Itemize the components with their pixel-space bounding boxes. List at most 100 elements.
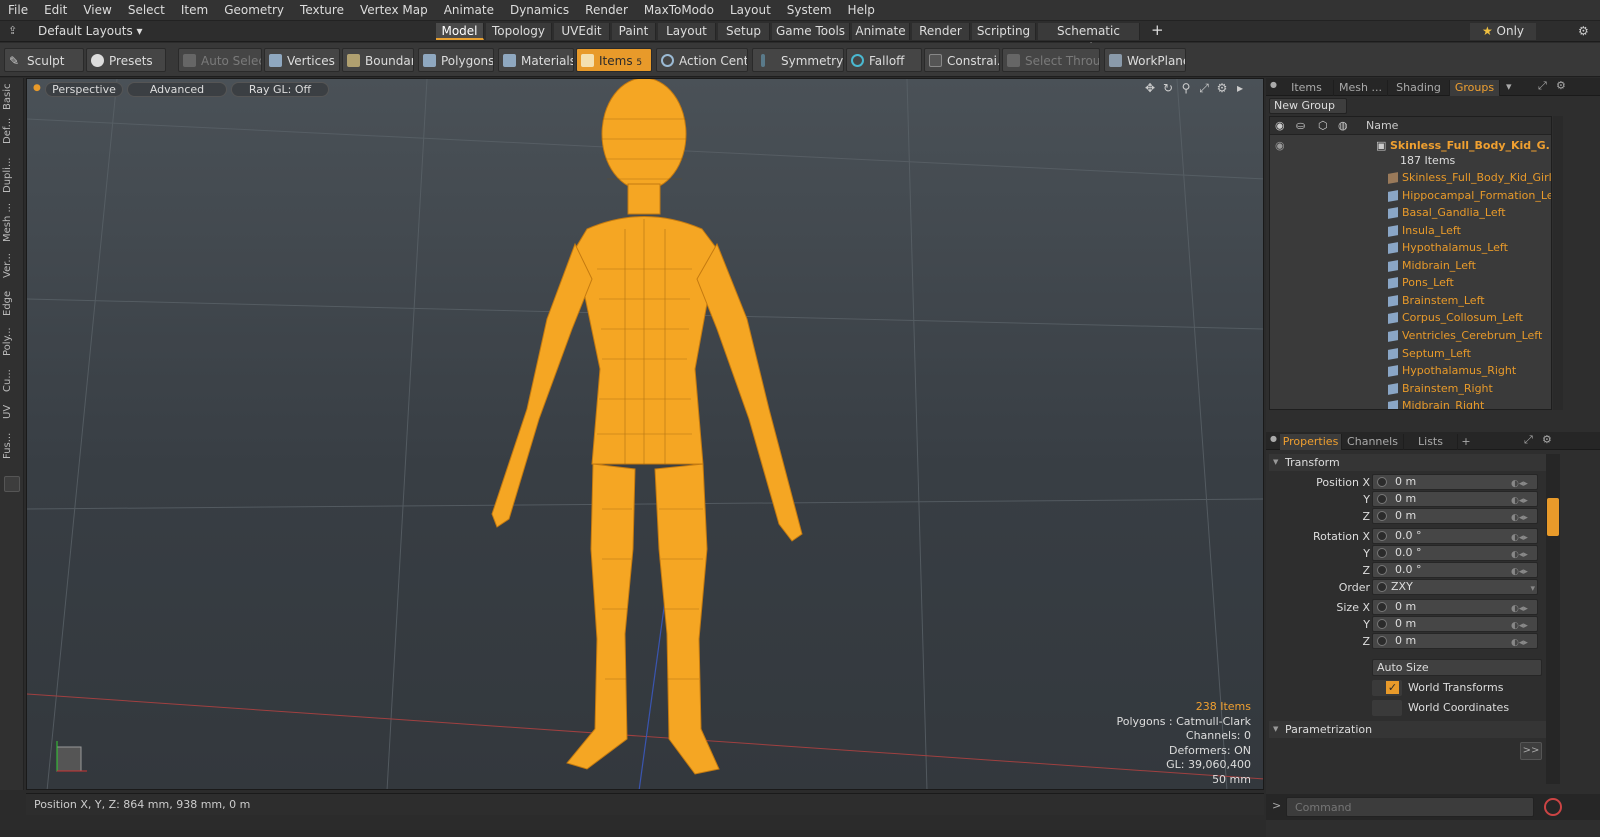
left-tab-polygon[interactable]: Poly... bbox=[2, 322, 22, 362]
tab-paint[interactable]: Paint bbox=[612, 23, 656, 40]
rotation-y-field[interactable]: 0.0 ° ◐◂▸ bbox=[1372, 545, 1538, 561]
menu-layout[interactable]: Layout bbox=[722, 3, 779, 17]
field-arrows-icon[interactable]: ◐◂▸ bbox=[1511, 531, 1535, 543]
viewport-settings-icon[interactable]: ⚙ bbox=[1215, 81, 1229, 95]
left-tab-edge[interactable]: Edge bbox=[2, 288, 22, 318]
field-arrows-icon[interactable]: ◐◂▸ bbox=[1511, 565, 1535, 577]
advanced-button[interactable]: Advanced bbox=[127, 82, 227, 97]
keyframe-icon[interactable] bbox=[1377, 511, 1387, 521]
menu-maxtomodo[interactable]: MaxToModo bbox=[636, 3, 722, 17]
keyframe-icon[interactable] bbox=[1377, 531, 1387, 541]
pan-icon[interactable]: ✥ bbox=[1143, 81, 1157, 95]
select-through-button[interactable]: Select Through bbox=[1002, 48, 1100, 72]
left-tab-basic[interactable]: Basic bbox=[2, 82, 22, 112]
tree-item[interactable]: Ventricles_Cerebrum_Left bbox=[1270, 327, 1551, 344]
rotation-z-field[interactable]: 0.0 ° ◐◂▸ bbox=[1372, 562, 1538, 578]
keyframe-icon[interactable] bbox=[1377, 619, 1387, 629]
auto-size-button[interactable]: Auto Size bbox=[1372, 659, 1542, 676]
tree-item[interactable]: Brainstem_Left bbox=[1270, 292, 1551, 309]
tab-animate[interactable]: Animate bbox=[852, 23, 910, 40]
position-z-field[interactable]: 0 m ◐◂▸ bbox=[1372, 508, 1538, 524]
name-column-header[interactable]: Name bbox=[1366, 119, 1398, 132]
sculpt-button[interactable]: ✎ Sculpt bbox=[4, 48, 84, 72]
field-arrows-icon[interactable]: ◐◂▸ bbox=[1511, 548, 1535, 560]
rotation-x-field[interactable]: 0.0 ° ◐◂▸ bbox=[1372, 528, 1538, 544]
tree-item[interactable]: Insula_Left bbox=[1270, 222, 1551, 239]
tab-layout[interactable]: Layout bbox=[658, 23, 716, 40]
layout-up-icon[interactable]: ⇪ bbox=[8, 24, 17, 37]
layout-selector[interactable]: Default Layouts ▾ bbox=[38, 24, 143, 38]
action-center-button[interactable]: Action Center bbox=[656, 48, 748, 72]
panel-settings-icon[interactable]: ⚙ bbox=[1556, 79, 1566, 92]
polygons-button[interactable]: Polygons bbox=[418, 48, 494, 72]
keyframe-icon[interactable] bbox=[1377, 548, 1387, 558]
tab-scripting[interactable]: Scripting bbox=[972, 23, 1036, 40]
workplane-button[interactable]: WorkPlane bbox=[1104, 48, 1186, 72]
field-arrows-icon[interactable]: ◐◂▸ bbox=[1511, 619, 1535, 631]
tab-render[interactable]: Render bbox=[912, 23, 970, 40]
tree-scrollbar[interactable] bbox=[1553, 116, 1563, 410]
transform-section[interactable]: Transform bbox=[1269, 454, 1551, 471]
menu-render[interactable]: Render bbox=[577, 3, 636, 17]
vertices-button[interactable]: Vertices 1 bbox=[264, 48, 340, 72]
tree-item[interactable]: Brainstem_Right bbox=[1270, 380, 1551, 397]
left-tab-deform[interactable]: Def... bbox=[2, 116, 22, 146]
properties-maximize-icon[interactable]: ⤢ bbox=[1524, 433, 1533, 447]
tab-setup[interactable]: Setup bbox=[718, 23, 770, 40]
order-dropdown[interactable]: ZXY ▾ bbox=[1372, 579, 1538, 595]
left-tab-uv[interactable]: UV bbox=[2, 400, 22, 424]
falloff-button[interactable]: Falloff bbox=[846, 48, 922, 72]
field-arrows-icon[interactable]: ◐◂▸ bbox=[1511, 494, 1535, 506]
tree-item[interactable]: Hippocampal_Formation_Left bbox=[1270, 187, 1551, 204]
tree-item[interactable]: Midbrain_Right bbox=[1270, 397, 1551, 409]
tree-item[interactable]: Hypothalamus_Right bbox=[1270, 362, 1551, 379]
items-button[interactable]: Items 5 bbox=[576, 48, 652, 72]
tab-model[interactable]: Model bbox=[436, 23, 484, 40]
keyframe-icon[interactable] bbox=[1377, 636, 1387, 646]
menu-file[interactable]: File bbox=[0, 3, 36, 17]
position-y-field[interactable]: 0 m ◐◂▸ bbox=[1372, 491, 1538, 507]
menu-item[interactable]: Item bbox=[173, 3, 216, 17]
new-group-button[interactable]: New Group bbox=[1269, 98, 1347, 114]
field-arrows-icon[interactable]: ◐◂▸ bbox=[1511, 477, 1535, 489]
tab-mesh[interactable]: Mesh ... bbox=[1334, 80, 1388, 96]
menu-texture[interactable]: Texture bbox=[292, 3, 352, 17]
tab-properties[interactable]: Properties bbox=[1280, 434, 1342, 450]
menu-dynamics[interactable]: Dynamics bbox=[502, 3, 577, 17]
raygl-button[interactable]: Ray GL: Off bbox=[231, 82, 329, 97]
field-arrows-icon[interactable]: ◐◂▸ bbox=[1511, 511, 1535, 523]
fit-icon[interactable]: ⤢ bbox=[1197, 81, 1211, 95]
tab-schematic-fusion[interactable]: Schematic Fusion bbox=[1038, 23, 1140, 55]
auto-select-button[interactable]: Auto Select bbox=[178, 48, 262, 72]
tab-game-tools[interactable]: Game Tools bbox=[772, 23, 850, 40]
tab-shading[interactable]: Shading bbox=[1388, 80, 1450, 96]
parametrization-section[interactable]: Parametrization bbox=[1269, 721, 1551, 738]
add-tab-icon[interactable]: + bbox=[1151, 21, 1164, 39]
only-toggle[interactable]: ★ Only bbox=[1470, 23, 1536, 40]
size-x-field[interactable]: 0 m ◐◂▸ bbox=[1372, 599, 1538, 615]
left-panel-toggle[interactable] bbox=[4, 476, 20, 492]
menu-geometry[interactable]: Geometry bbox=[216, 3, 292, 17]
lock-icon[interactable]: ⛀ bbox=[1296, 119, 1305, 132]
menu-system[interactable]: System bbox=[779, 3, 840, 17]
tab-topology[interactable]: Topology bbox=[486, 23, 552, 40]
viewport-menu-icon[interactable]: ● bbox=[33, 83, 41, 93]
tree-item[interactable]: Skinless_Full_Body_Kid_Girl ... bbox=[1270, 169, 1551, 186]
boundary-button[interactable]: Boundary bbox=[342, 48, 414, 72]
tree-item[interactable]: Midbrain_Left bbox=[1270, 257, 1551, 274]
render-icon[interactable]: ⬡ bbox=[1318, 119, 1328, 132]
field-arrows-icon[interactable]: ◐◂▸ bbox=[1511, 602, 1535, 614]
keyframe-icon[interactable] bbox=[1377, 582, 1387, 592]
tab-lists[interactable]: Lists bbox=[1404, 434, 1458, 450]
presets-button[interactable]: Presets bbox=[86, 48, 166, 72]
menu-edit[interactable]: Edit bbox=[36, 3, 75, 17]
tree-item[interactable]: Pons_Left bbox=[1270, 274, 1551, 291]
left-tab-mesh[interactable]: Mesh ... bbox=[2, 202, 22, 242]
tab-channels[interactable]: Channels bbox=[1342, 434, 1404, 450]
expand-arrow-icon[interactable]: ▸ bbox=[1233, 81, 1247, 95]
settings-icon[interactable]: ⚙ bbox=[1578, 24, 1589, 38]
left-tab-duplicate[interactable]: Dupli... bbox=[2, 154, 22, 196]
zoom-icon[interactable]: ⚲ bbox=[1179, 81, 1193, 95]
field-arrows-icon[interactable]: ◐◂▸ bbox=[1511, 636, 1535, 648]
world-transforms-checkbox[interactable]: ✓ bbox=[1372, 680, 1402, 696]
